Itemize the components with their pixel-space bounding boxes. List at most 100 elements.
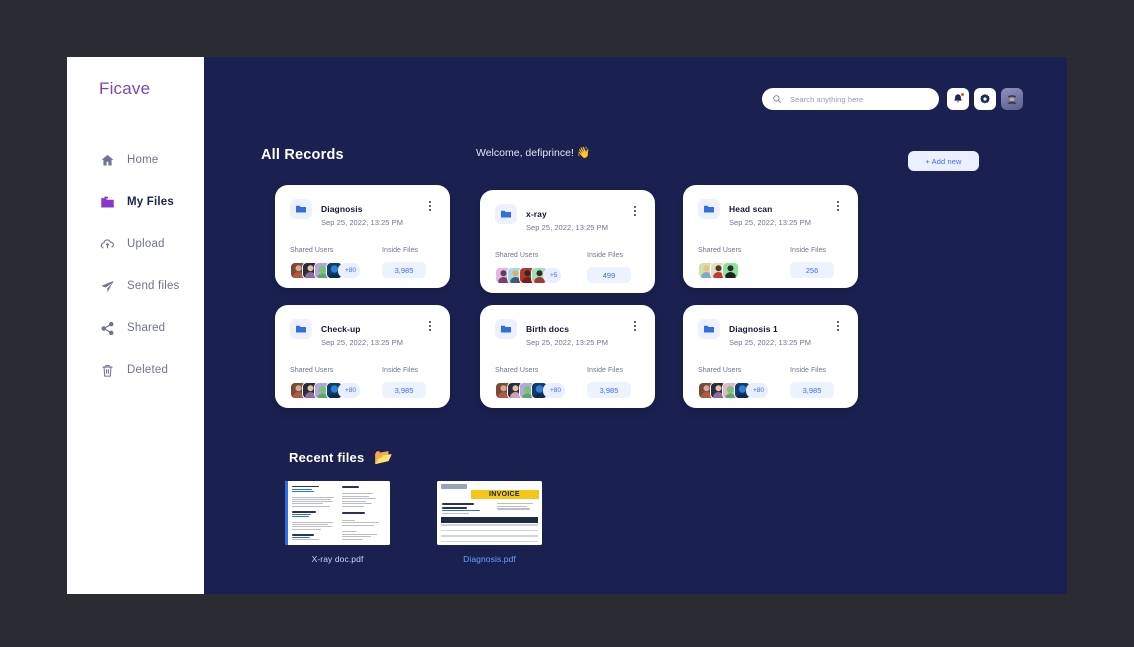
file-thumbnail-resume[interactable] xyxy=(285,481,390,545)
folder-icon xyxy=(290,199,312,219)
card-menu-button[interactable] xyxy=(630,319,640,333)
record-card[interactable]: Diagnosis 1 Sep 25, 2022, 13:25 PM Share… xyxy=(683,305,858,408)
sidebar-item-label: Deleted xyxy=(127,364,169,376)
inside-files-count: 3,985 xyxy=(382,382,426,398)
shared-users-label: Shared Users xyxy=(495,252,539,259)
shared-users-col: Shared Users +80 xyxy=(698,367,790,399)
inside-files-label: Inside Files xyxy=(382,367,419,374)
shared-users-col: Shared Users xyxy=(698,247,790,279)
invoice-table-rows xyxy=(441,524,538,542)
recent-file-name[interactable]: X-ray doc.pdf xyxy=(285,554,390,564)
card-date: Sep 25, 2022, 13:25 PM xyxy=(526,338,608,347)
main-content: Welcome, defiprince! 👋 Search anything h… xyxy=(204,57,1067,594)
shared-users-col: Shared Users +80 xyxy=(290,247,382,279)
recent-file-item[interactable]: X-ray doc.pdf xyxy=(285,481,390,564)
search-icon xyxy=(772,94,782,104)
card-menu-button[interactable] xyxy=(833,319,843,333)
shared-users-label: Shared Users xyxy=(698,367,742,374)
shared-users-col: Shared Users +80 xyxy=(290,367,382,399)
sidebar-item-label: Upload xyxy=(127,238,165,250)
settings-button[interactable] xyxy=(974,88,996,110)
sidebar-item-upload[interactable]: Upload xyxy=(67,223,204,265)
shared-users-col: Shared Users +5 xyxy=(495,252,587,284)
card-title: Birth docs xyxy=(526,324,570,334)
record-card[interactable]: Head scan Sep 25, 2022, 13:25 PM Shared … xyxy=(683,185,858,288)
resume-preview xyxy=(285,481,390,545)
card-titles: Birth docs Sep 25, 2022, 13:25 PM xyxy=(526,319,621,349)
notification-badge xyxy=(960,92,965,97)
inside-files-label: Inside Files xyxy=(790,367,827,374)
shared-users-label: Shared Users xyxy=(290,367,334,374)
inside-files-col: Inside Files 3,985 xyxy=(382,367,435,399)
home-icon xyxy=(100,153,115,168)
page-title: All Records xyxy=(261,147,344,163)
avatar-stack[interactable]: +80 xyxy=(290,262,382,279)
file-thumbnail-invoice[interactable]: INVOICE xyxy=(437,481,542,545)
avatar-stack[interactable]: +80 xyxy=(698,382,790,399)
card-menu-button[interactable] xyxy=(425,319,435,333)
extra-users-count: +80 xyxy=(746,383,769,398)
invoice-row xyxy=(441,540,538,542)
card-titles: x-ray Sep 25, 2022, 13:25 PM xyxy=(526,204,621,234)
app-logo: Ficave xyxy=(99,79,151,98)
inside-files-count: 499 xyxy=(587,267,631,283)
record-card[interactable]: Check-up Sep 25, 2022, 13:25 PM Shared U… xyxy=(275,305,450,408)
avatar-stack[interactable] xyxy=(698,262,790,279)
notifications-button[interactable] xyxy=(947,88,969,110)
avatar-stack[interactable]: +5 xyxy=(495,267,587,284)
extra-users-count: +80 xyxy=(543,383,566,398)
card-header: x-ray Sep 25, 2022, 13:25 PM xyxy=(495,204,640,234)
sidebar-item-deleted[interactable]: Deleted xyxy=(67,349,204,391)
card-date: Sep 25, 2022, 13:25 PM xyxy=(729,338,811,347)
add-new-button[interactable]: + Add new xyxy=(908,151,979,171)
sidebar-item-my-files[interactable]: My Files xyxy=(67,181,204,223)
card-date: Sep 25, 2022, 13:25 PM xyxy=(526,223,608,232)
user-avatar[interactable] xyxy=(1001,88,1023,110)
extra-users-count: +5 xyxy=(543,268,562,283)
search-input[interactable] xyxy=(790,94,929,104)
resume-columns xyxy=(288,481,390,545)
search-bar[interactable] xyxy=(762,88,939,110)
sidebar-nav: Home My Files Upload Send files Shared D… xyxy=(67,139,204,391)
company-logo xyxy=(441,484,467,489)
invoice-row xyxy=(441,524,538,526)
invoice-table-header xyxy=(441,517,538,523)
records-grid: Diagnosis Sep 25, 2022, 13:25 PM Shared … xyxy=(204,185,1067,425)
card-titles: Diagnosis Sep 25, 2022, 13:25 PM xyxy=(321,199,416,229)
record-card[interactable]: x-ray Sep 25, 2022, 13:25 PM Shared User… xyxy=(480,190,655,293)
recent-file-name[interactable]: Diagnosis.pdf xyxy=(437,554,542,564)
sidebar-item-send-files[interactable]: Send files xyxy=(67,265,204,307)
inside-files-count: 256 xyxy=(790,262,834,278)
card-body: Shared Users +80 Inside Files 3,985 xyxy=(290,247,435,279)
inside-files-col: Inside Files 499 xyxy=(587,252,640,284)
invoice-preview: INVOICE xyxy=(437,481,542,545)
inside-files-count: 3,985 xyxy=(587,382,631,398)
card-menu-button[interactable] xyxy=(833,199,843,213)
sidebar-item-shared[interactable]: Shared xyxy=(67,307,204,349)
card-menu-button[interactable] xyxy=(425,199,435,213)
inside-files-count: 3,985 xyxy=(382,262,426,278)
recent-file-item[interactable]: INVOICE Diagnosis.pdf xyxy=(437,481,542,564)
shared-users-label: Shared Users xyxy=(495,367,539,374)
card-header: Check-up Sep 25, 2022, 13:25 PM xyxy=(290,319,435,349)
shared-users-label: Shared Users xyxy=(698,247,742,254)
folder-icon xyxy=(698,199,720,219)
card-menu-button[interactable] xyxy=(630,204,640,218)
card-body: Shared Users +80 Inside Files 3,985 xyxy=(698,367,843,399)
card-header: Diagnosis 1 Sep 25, 2022, 13:25 PM xyxy=(698,319,843,349)
share-icon xyxy=(100,321,115,336)
welcome-text: Welcome, defiprince! xyxy=(476,147,574,159)
recent-files-title: Recent files xyxy=(289,450,365,465)
gear-icon xyxy=(979,93,991,105)
record-card[interactable]: Birth docs Sep 25, 2022, 13:25 PM Shared… xyxy=(480,305,655,408)
card-title: Diagnosis xyxy=(321,204,363,214)
record-card[interactable]: Diagnosis Sep 25, 2022, 13:25 PM Shared … xyxy=(275,185,450,288)
avatar-stack[interactable]: +80 xyxy=(495,382,587,399)
avatar-stack[interactable]: +80 xyxy=(290,382,382,399)
card-body: Shared Users Inside Files 256 xyxy=(698,247,843,279)
sidebar-item-home[interactable]: Home xyxy=(67,139,204,181)
inside-files-label: Inside Files xyxy=(790,247,827,254)
wave-emoji: 👋 xyxy=(576,147,591,159)
resume-right-column xyxy=(341,486,387,540)
card-title: Head scan xyxy=(729,204,773,214)
